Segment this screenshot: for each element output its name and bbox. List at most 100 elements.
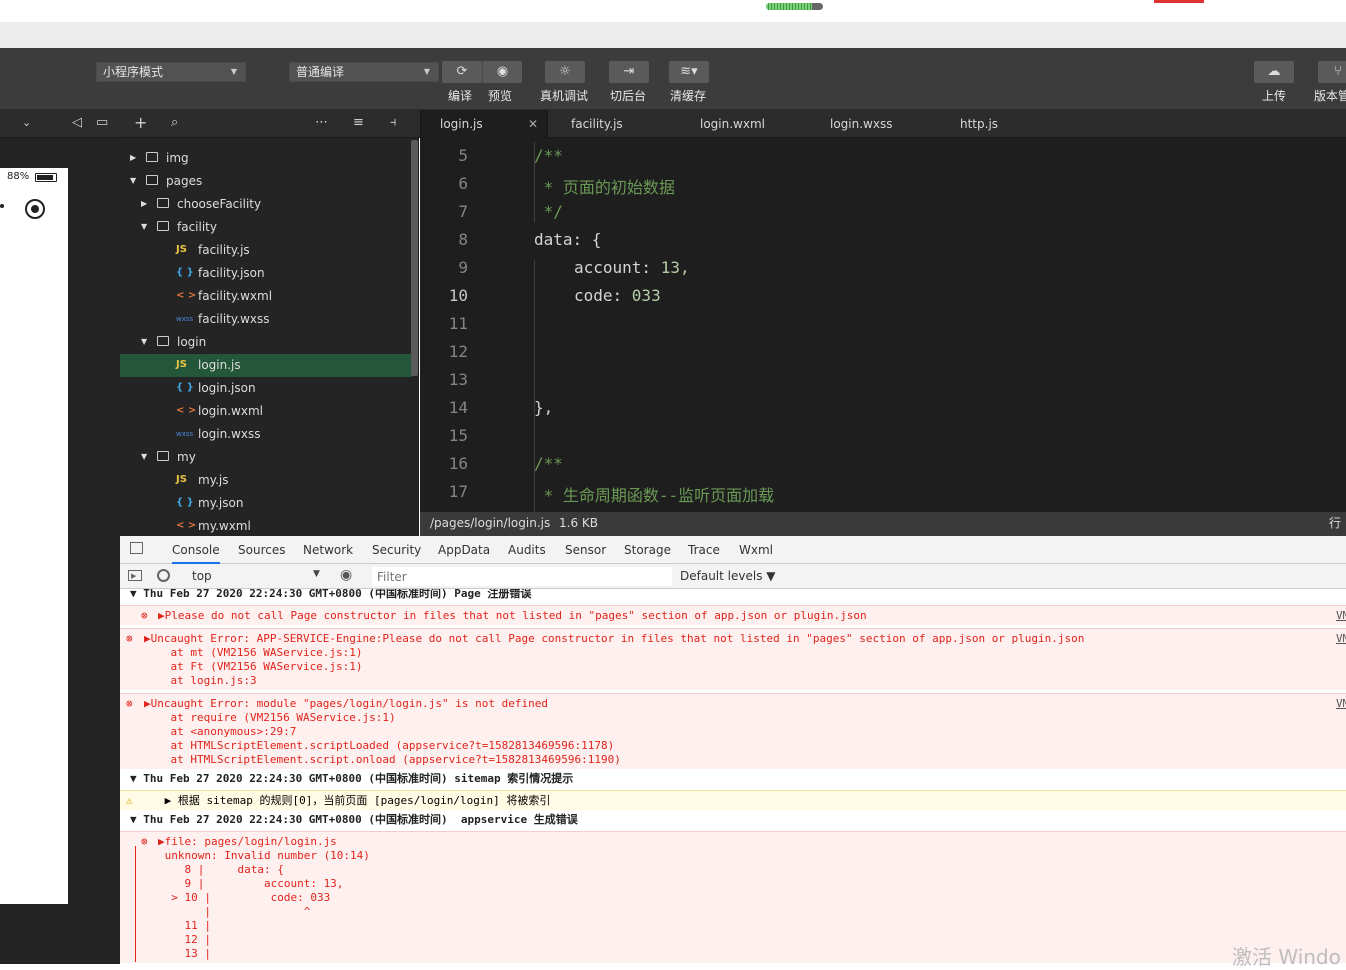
console-line[interactable]: at <anonymous>:29:7 <box>144 725 296 739</box>
console-line[interactable]: at login.js:3 <box>144 674 256 688</box>
tab-audits[interactable]: Audits <box>508 536 546 564</box>
version-button[interactable]: ⑂ <box>1318 61 1346 83</box>
capsule-close-icon[interactable] <box>25 199 45 219</box>
tab-storage[interactable]: Storage <box>624 536 671 564</box>
tree-item-my-wxml[interactable]: < > my.wxml <box>120 515 412 536</box>
chevron-down-icon[interactable]: ▼ <box>141 446 147 468</box>
tree-item-my-json[interactable]: { } my.json <box>120 492 412 515</box>
background-button[interactable]: ⇥ <box>609 61 649 83</box>
console-line[interactable]: 9 | account: 13, <box>158 877 343 891</box>
console-line[interactable]: 11 | <box>158 919 211 933</box>
console-line: ▶Uncaught Error: APP-SERVICE-Engine:Plea… <box>144 632 1085 645</box>
folder-icon <box>157 198 169 208</box>
remote-debug-button[interactable]: ☼ <box>545 61 585 83</box>
console-line[interactable]: > 10 | code: 033 <box>158 891 330 905</box>
tab-login-js[interactable]: login.js ✕ <box>420 110 548 138</box>
upload-button[interactable]: ☁ <box>1254 61 1294 83</box>
chevron-down-icon[interactable]: ▼ <box>130 170 136 192</box>
console-group-header[interactable]: ▼ Thu Feb 27 2020 22:24:30 GMT+0800 (中国标… <box>130 589 1346 605</box>
console-line[interactable]: 8 | data: { <box>158 863 283 877</box>
refresh-icon: ⟳ <box>456 64 468 79</box>
tree-item-pages[interactable]: ▼ pages <box>120 170 412 193</box>
console-line[interactable]: unknown: Invalid number (10:14) <box>158 849 370 863</box>
console-line[interactable]: 13 | <box>158 947 211 961</box>
collapse-icon[interactable]: ≡ <box>353 115 364 130</box>
tree-item-login-wxml[interactable]: < > login.wxml <box>120 400 412 423</box>
line-number: 11 <box>448 314 468 333</box>
tree-item-my[interactable]: ▼ my <box>120 446 412 469</box>
tab-http-js[interactable]: http.js <box>960 110 998 138</box>
compile-select[interactable]: 普通编译 ▼ <box>289 62 439 82</box>
warning-icon: ⚠ <box>126 794 133 807</box>
mode-select[interactable]: 小程序模式 ▼ <box>96 62 246 82</box>
tree-item-facility-js[interactable]: JS facility.js <box>120 239 412 262</box>
frame-bar <box>135 846 136 962</box>
console-line[interactable]: 12 | <box>158 933 211 947</box>
tab-network[interactable]: Network <box>303 536 353 564</box>
source-link[interactable]: VM <box>1336 632 1346 646</box>
console-line[interactable]: at HTMLScriptElement.scriptLoaded (appse… <box>144 739 614 753</box>
code-editor[interactable]: 45/**6 * 页面的初始数据7 */8data: {9account: 13… <box>420 138 1346 512</box>
console-line[interactable]: at Ft (VM2156 WAService.js:1) <box>144 660 362 674</box>
chevron-down-icon[interactable]: ▼ <box>313 569 320 579</box>
volume-icon[interactable]: ◁ <box>72 115 82 130</box>
source-link[interactable]: VM <box>1336 609 1346 623</box>
chevron-down-icon[interactable]: ▼ <box>141 216 147 238</box>
context-select[interactable]: top <box>192 569 212 583</box>
console-group-header[interactable]: ▼ Thu Feb 27 2020 22:24:30 GMT+0800 (中国标… <box>130 772 1346 790</box>
phone-screen[interactable]: 88% <box>0 168 68 904</box>
tree-item-login-wxss[interactable]: wxss login.wxss <box>120 423 412 446</box>
eye-icon[interactable]: ◉ <box>340 567 352 583</box>
tab-sensor[interactable]: Sensor <box>565 536 606 564</box>
inspect-icon[interactable] <box>130 542 143 554</box>
tab-login-wxss[interactable]: login.wxss <box>830 110 892 138</box>
tab-facility-js[interactable]: facility.js <box>571 110 623 138</box>
clear-cache-button[interactable]: ≋▾ <box>669 61 709 83</box>
tree-item-facility-json[interactable]: { } facility.json <box>120 262 412 285</box>
source-link[interactable]: VM <box>1336 697 1346 711</box>
preview-button[interactable]: ◉ <box>482 61 522 83</box>
console-line[interactable]: at mt (VM2156 WAService.js:1) <box>144 646 362 660</box>
console-line: ▶Please do not call Page constructor in … <box>158 609 867 622</box>
chevron-right-icon[interactable]: ▶ <box>141 193 147 215</box>
console-line: ▶file: pages/login/login.js <box>158 835 337 848</box>
more-icon[interactable]: ⋯ <box>315 115 328 130</box>
tree-item-facility-wxml[interactable]: < > facility.wxml <box>120 285 412 308</box>
clear-console-icon[interactable] <box>157 569 170 582</box>
split-icon[interactable]: ⫞ <box>390 115 397 130</box>
console-line[interactable]: at HTMLScriptElement.script.onload (apps… <box>144 753 620 767</box>
code-line: /** <box>534 146 563 165</box>
chevron-down-icon: ▼ <box>423 67 430 76</box>
tab-appdata[interactable]: AppData <box>438 536 490 564</box>
chevron-right-icon[interactable]: ▶ <box>130 147 136 169</box>
search-icon[interactable]: ⌕ <box>171 115 178 130</box>
tree-item-login-json[interactable]: { } login.json <box>120 377 412 400</box>
tab-security[interactable]: Security <box>372 536 421 564</box>
tree-item-choosefacility[interactable]: ▶ chooseFacility <box>120 193 412 216</box>
console-line[interactable]: at require (VM2156 WAService.js:1) <box>144 711 395 725</box>
tree-item-facility[interactable]: ▼ facility <box>120 216 412 239</box>
tree-item-login[interactable]: ▼ login <box>120 331 412 354</box>
code-line: data: { <box>534 230 602 249</box>
window-icon[interactable]: ▭ <box>96 115 108 130</box>
console-filter-input[interactable] <box>372 567 672 586</box>
chevron-down-icon[interactable]: ⌄ <box>22 116 31 129</box>
chevron-down-icon[interactable]: ▼ <box>141 331 147 353</box>
console-group-header[interactable]: ▼ Thu Feb 27 2020 22:24:30 GMT+0800 (中国标… <box>130 813 1346 831</box>
tab-wxml[interactable]: Wxml <box>739 536 773 564</box>
tab-console[interactable]: Console <box>172 536 220 564</box>
tree-item-facility-wxss[interactable]: wxss facility.wxss <box>120 308 412 331</box>
log-levels-select[interactable]: Default levels ▼ <box>680 569 776 583</box>
tree-scrollbar[interactable] <box>411 140 418 376</box>
compile-button[interactable]: ⟳ <box>442 61 482 83</box>
tab-login-wxml[interactable]: login.wxml <box>700 110 765 138</box>
tab-sources[interactable]: Sources <box>238 536 285 564</box>
tree-item-img[interactable]: ▶ img <box>120 147 412 170</box>
add-file-icon[interactable]: + <box>134 113 147 132</box>
sidebar-toggle-icon[interactable]: ▶ <box>128 570 142 581</box>
tree-item-my-js[interactable]: JS my.js <box>120 469 412 492</box>
tree-item-login-js[interactable]: JS login.js <box>120 354 412 377</box>
tab-trace[interactable]: Trace <box>688 536 720 564</box>
close-icon[interactable]: ✕ <box>528 110 538 138</box>
console-line[interactable]: | ^ <box>158 905 310 919</box>
